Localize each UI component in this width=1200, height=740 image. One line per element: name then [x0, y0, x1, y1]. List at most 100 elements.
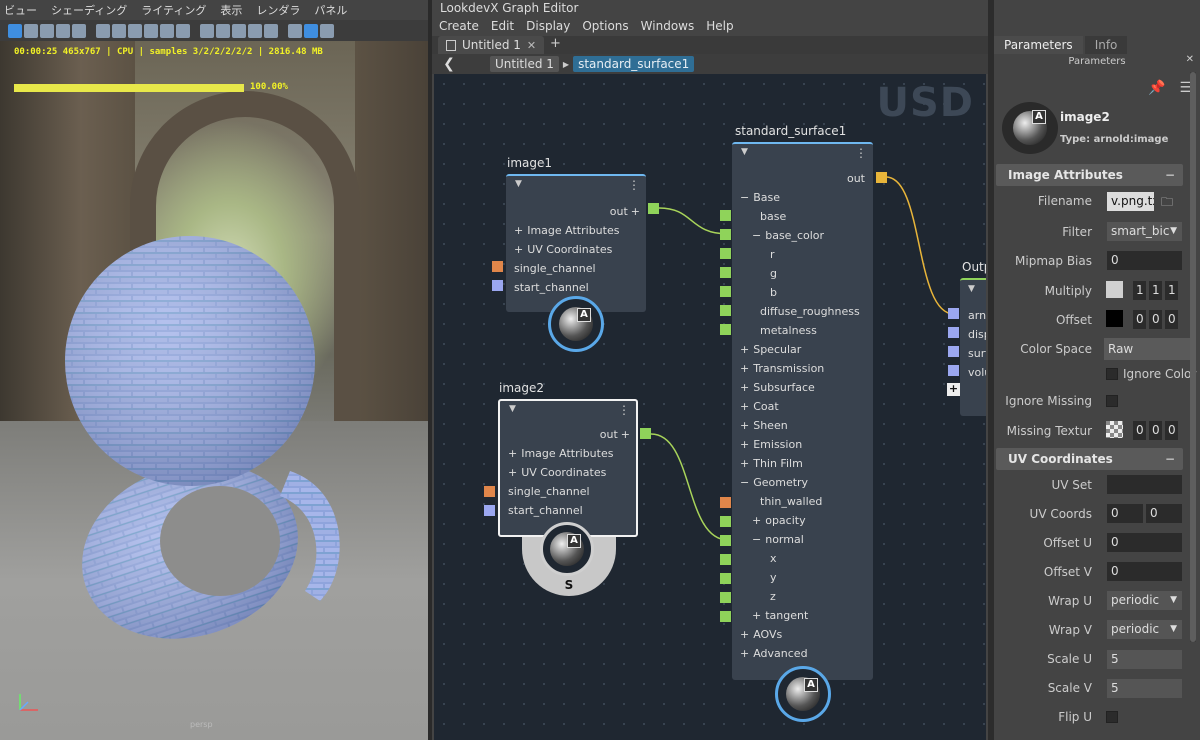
node-image1[interactable]: ▼ ⋮ out + + Image Attributes + UV Coordinat… [506, 174, 646, 312]
offset-g-field[interactable]: 0 [1149, 310, 1162, 329]
node-menu-icon[interactable]: ⋮ [855, 146, 867, 160]
close-icon[interactable]: ✕ [527, 39, 536, 52]
menu-options[interactable]: Options [582, 19, 628, 33]
menu-renderer[interactable]: レンダラ [256, 2, 300, 18]
texture-icon[interactable] [320, 23, 334, 38]
group-uv-coordinates[interactable]: + UV Coordinates [500, 463, 636, 482]
metalness-port[interactable] [720, 324, 731, 335]
filename-field[interactable]: v.png.tx [1107, 192, 1154, 211]
group-specular[interactable]: + Specular [732, 340, 873, 359]
group-sheen[interactable]: + Sheen [732, 416, 873, 435]
scale-v-field[interactable]: 5 [1107, 679, 1182, 698]
attribute-icon[interactable] [144, 23, 158, 38]
missing-texture-r-field[interactable]: 0 [1133, 421, 1146, 440]
menu-help[interactable]: Help [706, 19, 733, 33]
tangent-port[interactable] [720, 611, 731, 622]
param-normal[interactable]: − normal [732, 530, 873, 549]
param-opacity[interactable]: + opacity [732, 511, 873, 530]
base-color-port[interactable] [720, 229, 731, 240]
menu-show[interactable]: 表示 [220, 2, 242, 18]
uv-coords-u-field[interactable]: 0 [1107, 504, 1143, 523]
menu-create[interactable]: Create [439, 19, 479, 33]
multiply-g-field[interactable]: 1 [1149, 281, 1162, 300]
menu-shading[interactable]: シェーディング [51, 2, 127, 18]
group-base[interactable]: − Base [732, 188, 873, 207]
menu-display[interactable]: Display [526, 19, 570, 33]
base-port[interactable] [720, 210, 731, 221]
tab-parameters[interactable]: Parameters [994, 36, 1083, 54]
bookmark-icon[interactable] [128, 23, 142, 38]
offset-v-field[interactable]: 0 [1107, 562, 1182, 581]
collapse-caret-icon[interactable]: ▼ [509, 404, 516, 414]
diffuse-roughness-port[interactable] [720, 305, 731, 316]
r-port[interactable] [720, 248, 731, 259]
image2-single-channel-port[interactable] [484, 486, 495, 497]
uv-set-field[interactable] [1107, 475, 1182, 494]
folder-icon[interactable]: 🗀 [1161, 193, 1173, 214]
output-displacement-port[interactable] [948, 327, 959, 338]
image1-single-channel-port[interactable] [492, 261, 503, 272]
node-image2[interactable]: ▼ ⋮ out + + Image Attributes + UV Coordinat… [498, 399, 638, 537]
image-icon[interactable] [72, 23, 86, 38]
group-thin-film[interactable]: + Thin Film [732, 454, 873, 473]
offset-u-field[interactable]: 0 [1107, 533, 1182, 552]
collapse-caret-icon[interactable]: ▼ [741, 147, 748, 157]
menu-lighting[interactable]: ライティング [141, 2, 206, 18]
camera-lock-icon[interactable] [112, 23, 126, 38]
film-icon[interactable] [40, 23, 54, 38]
menu-view[interactable]: ビュー [4, 2, 37, 18]
opacity-port[interactable] [720, 516, 731, 527]
group-coat[interactable]: + Coat [732, 397, 873, 416]
node-menu-icon[interactable]: ⋮ [618, 403, 630, 417]
normal-port[interactable] [720, 535, 731, 546]
color-space-dropdown[interactable]: Raw [1104, 338, 1190, 360]
node-standard-surface1[interactable]: ▼ ⋮ out − Base base − base_color r g b dif… [732, 142, 873, 680]
x-port[interactable] [720, 554, 731, 565]
y-port[interactable] [720, 573, 731, 584]
breadcrumb-untitled[interactable]: Untitled 1 [490, 56, 559, 72]
tab-info[interactable]: Info [1084, 36, 1128, 54]
scrollbar-thumb[interactable] [1190, 72, 1196, 642]
back-arrow-icon[interactable]: ❮ [436, 56, 462, 72]
b-port[interactable] [720, 286, 731, 297]
offset-b-field[interactable]: 0 [1165, 310, 1178, 329]
section-image-attributes[interactable]: Image Attributes − [996, 164, 1183, 186]
group-image-attributes[interactable]: + Image Attributes [506, 221, 646, 240]
image2-start-channel-port[interactable] [484, 505, 495, 516]
node-menu-icon[interactable]: ⋮ [628, 178, 640, 192]
param-tangent[interactable]: + tangent [732, 606, 873, 625]
wrap-u-dropdown[interactable]: periodic ▼ [1107, 591, 1182, 610]
move-icon[interactable] [160, 23, 174, 38]
uv-coords-v-field[interactable]: 0 [1146, 504, 1182, 523]
missing-texture-b-field[interactable]: 0 [1165, 421, 1178, 440]
menu-edit[interactable]: Edit [491, 19, 514, 33]
wrap-v-dropdown[interactable]: periodic ▼ [1107, 620, 1182, 639]
mipmap-bias-field[interactable]: 0 [1107, 251, 1182, 270]
output-volume-port[interactable] [948, 365, 959, 376]
thin-walled-port[interactable] [720, 497, 731, 508]
pencil-icon[interactable] [176, 23, 190, 38]
resolution-gate-icon[interactable] [216, 23, 230, 38]
section-uv-coordinates[interactable]: UV Coordinates − [996, 448, 1183, 470]
group-image-attributes[interactable]: + Image Attributes [500, 444, 636, 463]
offset-r-field[interactable]: 0 [1133, 310, 1146, 329]
output-arnold-port[interactable] [948, 308, 959, 319]
collapse-caret-icon[interactable]: ▼ [515, 179, 522, 189]
camera-icon[interactable] [96, 23, 110, 38]
missing-texture-swatch[interactable] [1106, 421, 1123, 438]
smooth-shade-icon[interactable] [304, 23, 318, 38]
group-geometry[interactable]: − Geometry [732, 473, 873, 492]
safe-area-icon[interactable] [248, 23, 262, 38]
offset-color-swatch[interactable] [1106, 310, 1123, 327]
close-icon[interactable]: ✕ [1186, 54, 1194, 65]
image2-out-port[interactable] [640, 428, 651, 439]
ignore-missing-checkbox[interactable] [1106, 395, 1118, 407]
multiply-r-field[interactable]: 1 [1133, 281, 1146, 300]
node-output[interactable]: ▼ arnold displacement surface volume [960, 278, 986, 416]
tab-untitled[interactable]: Untitled 1 ✕ [438, 36, 545, 54]
multiply-color-swatch[interactable] [1106, 281, 1123, 298]
surface-out-port[interactable] [876, 172, 887, 183]
viewport-panel[interactable]: ビュー シェーディング ライティング 表示 レンダラ パネル 00:00:25 … [0, 0, 428, 740]
field-chart-icon[interactable] [264, 23, 278, 38]
sphere-icon[interactable] [56, 23, 70, 38]
